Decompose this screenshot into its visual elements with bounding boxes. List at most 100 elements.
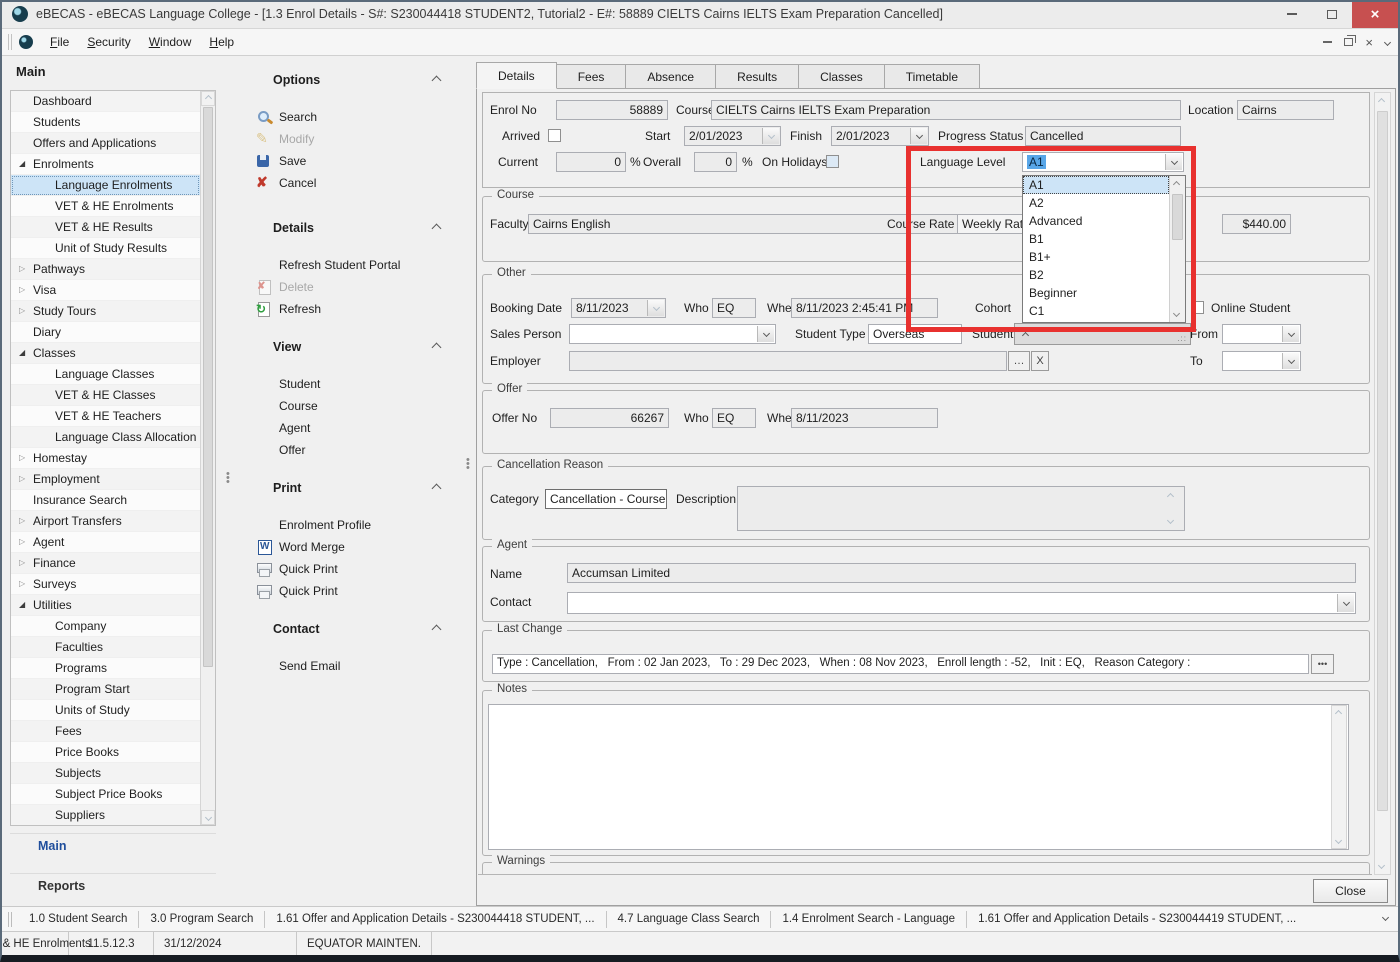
tree-item[interactable]: Airport Transfers (11, 511, 200, 532)
tree-scroll-thumb[interactable] (203, 107, 213, 667)
content-scroll-up-icon[interactable] (1378, 98, 1385, 105)
tree-item[interactable]: Language Enrolments (11, 175, 200, 196)
content-scroll-thumb[interactable] (1377, 111, 1388, 811)
taskbar-tab[interactable]: 1.61 Offer and Application Details - S23… (966, 911, 1307, 928)
tree-item[interactable]: Program Start (11, 679, 200, 700)
tree-item[interactable]: Faculties (11, 637, 200, 658)
action-item[interactable]: Course (236, 395, 468, 417)
sidebar-group-main[interactable]: Main (10, 833, 216, 858)
tree-scrollbar[interactable] (200, 91, 215, 825)
menu-item[interactable]: Window (140, 32, 201, 52)
tree-item[interactable]: Surveys (11, 574, 200, 595)
tree-item[interactable]: Pathways (11, 259, 200, 280)
tree-item[interactable]: Homestay (11, 448, 200, 469)
close-window-button[interactable]: × (1352, 0, 1398, 28)
employer-browse-button[interactable]: … (1008, 351, 1030, 371)
print-section-header[interactable]: Print (236, 478, 468, 498)
action-item[interactable]: Offer (236, 439, 468, 461)
action-item[interactable]: Save (236, 150, 468, 172)
tree-item[interactable]: Finance (11, 553, 200, 574)
tree-item[interactable]: VET & HE Classes (11, 385, 200, 406)
tab[interactable]: Fees (557, 64, 627, 89)
tree-item[interactable]: Company (11, 616, 200, 637)
notes-scroll-down-icon[interactable] (1335, 837, 1342, 844)
finish-date-picker[interactable]: 2/01/2023 (831, 126, 929, 146)
tree-item[interactable]: Agent (11, 532, 200, 553)
collapse-chevron-icon[interactable] (432, 75, 442, 85)
dropdown-scrollbar[interactable] (1169, 176, 1185, 322)
to-dropdown-icon[interactable] (1282, 353, 1299, 369)
last-change-more-button[interactable]: ••• (1311, 654, 1334, 674)
arrived-checkbox[interactable] (548, 129, 561, 142)
details-section-header[interactable]: Details (236, 218, 468, 238)
menu-item[interactable]: Security (78, 32, 139, 52)
tree-item[interactable]: Suppliers (11, 805, 200, 826)
action-item[interactable]: Modify (236, 128, 468, 150)
language-level-option[interactable]: A1 (1023, 176, 1169, 194)
menu-item[interactable]: File (41, 32, 78, 52)
language-level-option[interactable]: Advanced (1023, 212, 1169, 230)
start-dropdown-icon[interactable] (762, 128, 779, 144)
student-location-collapse-icon[interactable] (1022, 332, 1029, 339)
tab[interactable]: Absence (626, 64, 716, 89)
tree-item[interactable]: Employment (11, 469, 200, 490)
sidebar-group-reports[interactable]: Reports (10, 873, 216, 898)
tree-item[interactable]: Students (11, 112, 200, 133)
tree-item[interactable]: Fees (11, 721, 200, 742)
booking-date-picker[interactable]: 8/11/2023 (571, 298, 666, 318)
language-level-combo[interactable]: A1 (1022, 152, 1184, 172)
tab[interactable]: Details (476, 62, 557, 89)
action-item[interactable]: Send Email (236, 655, 468, 677)
tree-item[interactable]: Diary (11, 322, 200, 343)
contact-section-header[interactable]: Contact (236, 619, 468, 639)
dropdown-scroll-down-icon[interactable] (1173, 310, 1180, 317)
tab[interactable]: Timetable (885, 64, 980, 89)
start-date-picker[interactable]: 2/01/2023 (684, 126, 781, 146)
sales-person-combo[interactable] (569, 324, 776, 344)
language-level-option[interactable]: C1 (1023, 302, 1169, 320)
language-level-dropdown-icon[interactable] (1165, 154, 1182, 170)
minimize-button[interactable] (1272, 0, 1312, 28)
tree-item[interactable]: Utilities (11, 595, 200, 616)
contact-dropdown-icon[interactable] (1337, 594, 1354, 612)
dropdown-scroll-thumb[interactable] (1172, 194, 1183, 240)
to-combo[interactable] (1222, 351, 1301, 371)
action-item[interactable]: Cancel (236, 172, 468, 194)
from-combo[interactable] (1222, 324, 1301, 344)
taskbar-tab[interactable]: 3.0 Program Search (138, 911, 264, 928)
tree-item[interactable]: Enrolments (11, 154, 200, 175)
options-section-header[interactable]: Options (236, 70, 468, 90)
language-level-option[interactable]: B1+ (1023, 248, 1169, 266)
mdi-minimize-icon[interactable] (1323, 41, 1332, 43)
taskbar-tab[interactable]: 1.4 Enrolment Search - Language (770, 911, 966, 928)
mdi-menu-chevron-icon[interactable] (1384, 38, 1391, 45)
finish-dropdown-icon[interactable] (910, 128, 927, 144)
collapse-chevron-icon[interactable] (432, 483, 442, 493)
language-level-option[interactable]: A2 (1023, 194, 1169, 212)
action-item[interactable]: Enrolment Profile (236, 514, 468, 536)
action-item[interactable]: Search (236, 106, 468, 128)
collapse-chevron-icon[interactable] (432, 223, 442, 233)
tree-item[interactable]: Dashboard (11, 91, 200, 112)
tab[interactable]: Classes (799, 64, 885, 89)
tree-item[interactable]: VET & HE Enrolments (11, 196, 200, 217)
tree-item[interactable]: Language Classes (11, 364, 200, 385)
close-button[interactable]: Close (1313, 879, 1388, 903)
taskbar-tab[interactable]: 1.61 Offer and Application Details - S23… (264, 911, 605, 928)
language-level-option[interactable]: B1 (1023, 230, 1169, 248)
action-item[interactable]: Student (236, 373, 468, 395)
tree-item[interactable]: Units of Study (11, 700, 200, 721)
action-item[interactable]: Quick Print (236, 580, 468, 602)
language-level-option[interactable]: Beginner (1023, 284, 1169, 302)
content-scroll-down-icon[interactable] (1378, 862, 1385, 869)
tree-item[interactable]: Price Books (11, 742, 200, 763)
description-field[interactable] (737, 486, 1185, 531)
sales-dropdown-icon[interactable] (757, 326, 774, 342)
menu-item[interactable]: Help (200, 32, 243, 52)
online-student-checkbox[interactable] (1191, 301, 1204, 314)
maximize-button[interactable] (1312, 0, 1352, 28)
tab[interactable]: Results (716, 64, 799, 89)
tree-item[interactable]: VET & HE Teachers (11, 406, 200, 427)
dropdown-scroll-up-icon[interactable] (1173, 181, 1180, 188)
agent-contact-combo[interactable] (567, 592, 1356, 614)
